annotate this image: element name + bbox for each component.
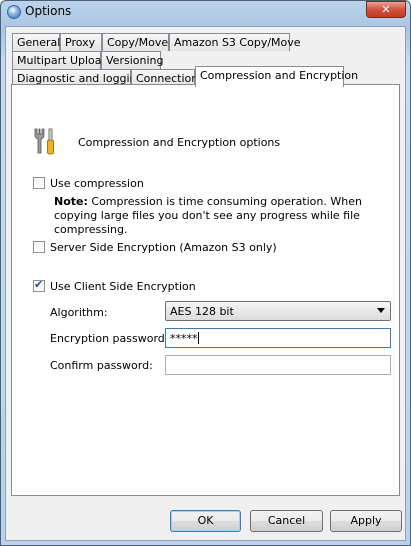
note-text: Compression is time consuming operation.… <box>54 195 362 236</box>
options-window: Options ✕ General Proxy Copy/Move Amazon… <box>0 0 411 546</box>
confirm-password-input[interactable] <box>165 355 391 375</box>
tab-compression-and-encryption[interactable]: Compression and Encryption <box>195 66 358 87</box>
encryption-password-label: Encryption password: <box>50 332 169 345</box>
tab-proxy[interactable]: Proxy <box>60 33 102 51</box>
algorithm-select[interactable]: AES 128 bit <box>165 301 391 321</box>
use-compression-label[interactable]: Use compression <box>50 177 144 190</box>
note-prefix: Note: <box>54 195 88 208</box>
algorithm-label: Algorithm: <box>50 306 108 319</box>
client-side-encryption-label[interactable]: Use Client Side Encryption <box>50 280 196 293</box>
section-title: Compression and Encryption options <box>78 136 281 149</box>
encryption-password-value: ***** <box>170 332 198 345</box>
tab-versioning[interactable]: Versioning <box>101 51 163 69</box>
tab-panel: Compression and Encryption options Use c… <box>11 84 400 496</box>
client-side-encryption-checkbox[interactable] <box>33 278 45 292</box>
cancel-button[interactable]: Cancel <box>250 510 323 532</box>
confirm-password-label: Confirm password: <box>50 359 153 372</box>
encryption-password-input[interactable]: ***** <box>165 328 391 348</box>
chevron-down-icon <box>377 308 385 313</box>
tab-multipart-upload[interactable]: Multipart Upload <box>12 51 109 69</box>
dialog-body: General Proxy Copy/Move Amazon S3 Copy/M… <box>5 26 406 541</box>
text-caret <box>197 332 199 344</box>
algorithm-value: AES 128 bit <box>170 305 234 318</box>
server-side-encryption-label[interactable]: Server Side Encryption (Amazon S3 only) <box>50 241 277 254</box>
tab-copy-move[interactable]: Copy/Move <box>102 33 169 51</box>
compression-note: Note: Compression is time consuming oper… <box>54 195 384 237</box>
apply-button[interactable]: Apply <box>330 510 402 532</box>
close-button[interactable]: ✕ <box>366 1 406 18</box>
window-title: Options <box>25 4 72 18</box>
app-icon <box>7 5 21 19</box>
tab-amazon-s3-copy-move[interactable]: Amazon S3 Copy/Move <box>169 33 301 51</box>
server-side-encryption-checkbox[interactable] <box>33 241 45 253</box>
tab-general[interactable]: General <box>12 33 60 51</box>
ok-button[interactable]: OK <box>170 510 241 532</box>
use-compression-checkbox[interactable] <box>33 177 45 189</box>
title-bar[interactable]: Options ✕ <box>1 1 410 23</box>
tools-icon <box>34 128 54 155</box>
